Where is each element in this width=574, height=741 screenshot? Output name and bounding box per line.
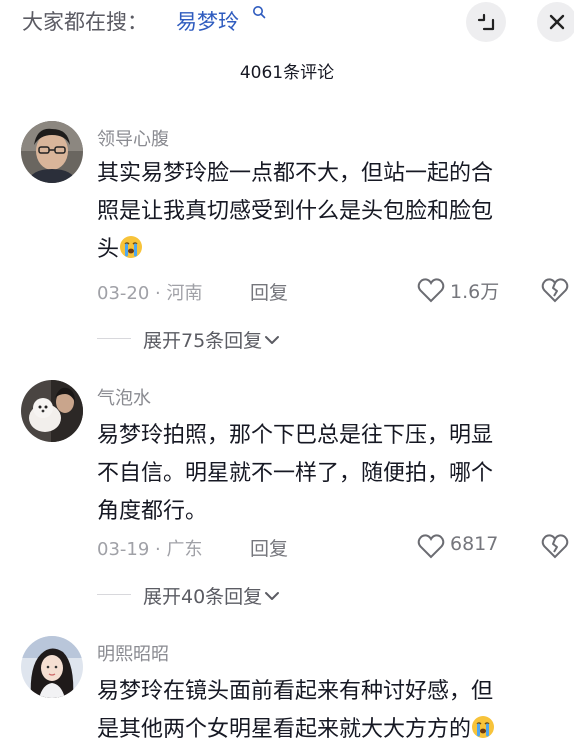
comment-username[interactable]: 明熙昭昭 [97, 640, 169, 666]
divider [97, 594, 131, 595]
close-icon [549, 14, 565, 30]
broken-heart-icon [541, 534, 569, 559]
comment-username[interactable]: 气泡水 [97, 384, 151, 410]
chevron-down-icon [265, 336, 280, 344]
avatar[interactable] [21, 380, 83, 442]
chevron-down-icon [265, 592, 280, 600]
heart-icon [417, 534, 445, 559]
comment-line: 角度都行。 [97, 499, 208, 524]
reply-button[interactable]: 回复 [250, 534, 288, 561]
search-prefix: 大家都在搜： [22, 10, 148, 34]
search-query-link[interactable]: 易梦玲 [176, 6, 239, 36]
comment-line: 头 [97, 231, 557, 269]
top-bar: 大家都在搜： 易梦玲 [0, 0, 574, 44]
avatar[interactable] [21, 636, 83, 698]
avatar[interactable] [21, 121, 83, 183]
crying-emoji-icon [120, 236, 143, 258]
comment-meta: 03-19 · 广东 [97, 539, 203, 560]
dislike-button[interactable] [541, 276, 569, 304]
divider [97, 338, 131, 339]
comment-meta: 03-20 · 河南 [97, 283, 203, 304]
comment-text: 易梦玲拍照，那个下巴总是往下压，明显 不自信。明星就不一样了，随便拍，哪个 角度… [97, 417, 557, 531]
heart-icon [417, 278, 445, 303]
like-count: 6817 [450, 533, 499, 555]
comment-line: 其实易梦玲脸一点都不大，但站一起的合 [97, 161, 494, 186]
expand-replies-button[interactable]: 展开75条回复 [143, 326, 280, 353]
dislike-button[interactable] [541, 532, 569, 560]
comment-line: 不自信。明星就不一样了，随便拍，哪个 [97, 461, 494, 486]
broken-heart-icon [541, 278, 569, 303]
comment-text: 其实易梦玲脸一点都不大，但站一起的合 照是让我真切感受到什么是头包脸和脸包 头 [97, 155, 557, 269]
close-button[interactable] [537, 2, 574, 42]
comment-username[interactable]: 领导心腹 [97, 125, 169, 151]
collapse-icon [477, 13, 495, 31]
crying-emoji-icon [472, 716, 495, 738]
like-count: 1.6万 [450, 281, 500, 303]
comment-line: 易梦玲拍照，那个下巴总是往下压，明显 [97, 423, 494, 448]
comment-text: 易梦玲在镜头面前看起来有种讨好感，但 是其他两个女明星看起来就大大方方的 [97, 673, 557, 741]
comment-count: 4061条评论 [239, 63, 335, 83]
expand-replies-button[interactable]: 展开40条回复 [143, 582, 280, 609]
collapse-button[interactable] [466, 2, 506, 42]
comment-line: 照是让我真切感受到什么是头包脸和脸包 [97, 199, 494, 224]
search-icon[interactable] [252, 4, 266, 22]
comment-line: 是其他两个女明星看起来就大大方方的 [97, 711, 557, 741]
comment-line: 易梦玲在镜头面前看起来有种讨好感，但 [97, 679, 494, 704]
reply-button[interactable]: 回复 [250, 278, 288, 305]
